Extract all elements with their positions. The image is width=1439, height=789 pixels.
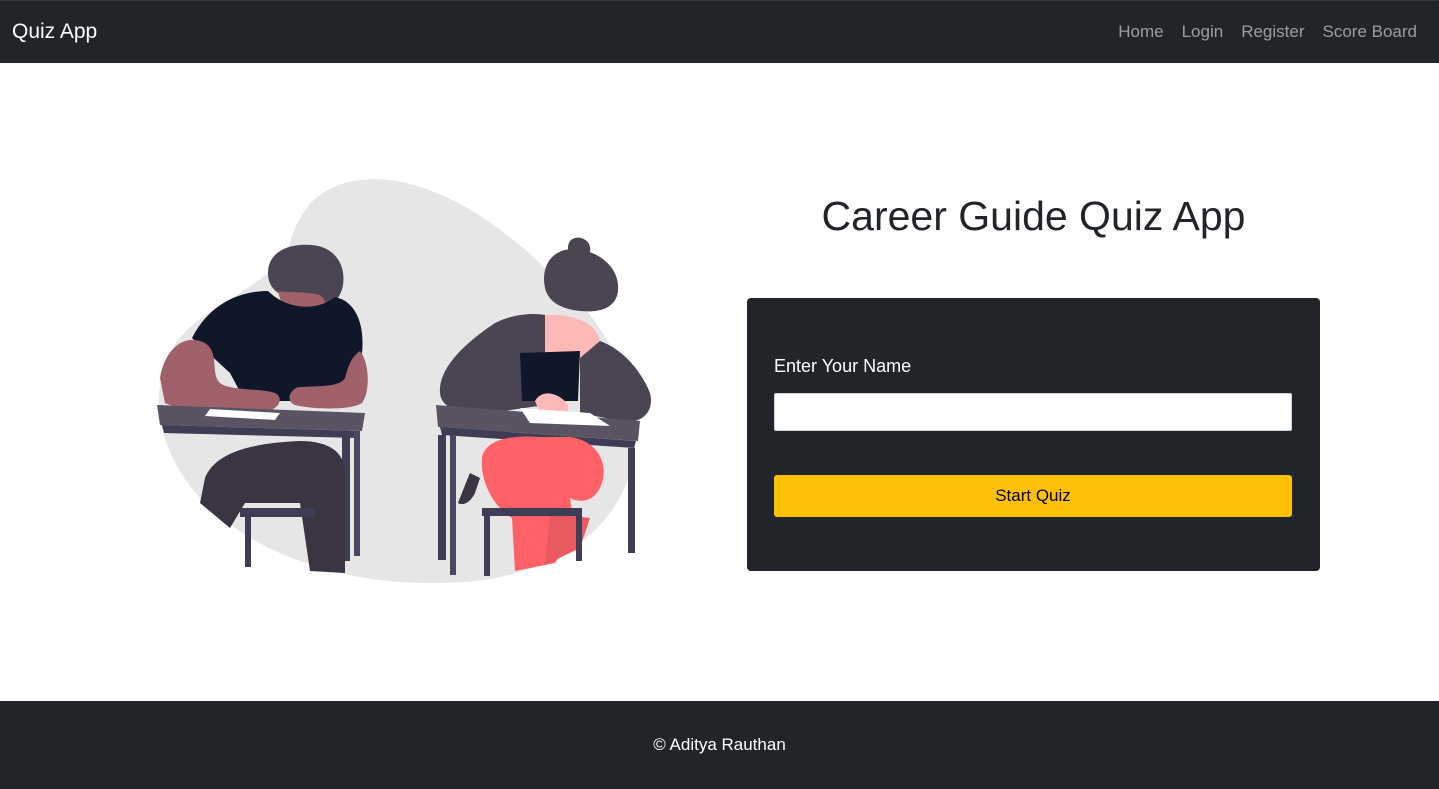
page-title: Career Guide Quiz App xyxy=(821,193,1246,239)
name-input[interactable] xyxy=(774,393,1292,431)
quiz-start-card: Enter Your Name Start Quiz xyxy=(747,298,1320,571)
brand-link[interactable]: Quiz App xyxy=(12,20,97,44)
nav-link-register[interactable]: Register xyxy=(1241,22,1304,42)
footer-copyright: © Aditya Rauthan xyxy=(653,735,786,754)
footer: © Aditya Rauthan xyxy=(0,701,1439,789)
students-taking-exam-illustration xyxy=(157,179,651,584)
name-label: Enter Your Name xyxy=(774,356,912,376)
top-navbar: Quiz App Home Login Register Score Board xyxy=(0,0,1439,63)
nav-link-home[interactable]: Home xyxy=(1118,22,1163,42)
main-content: Career Guide Quiz App Enter Your Name St… xyxy=(0,63,1439,701)
nav-link-score-board[interactable]: Score Board xyxy=(1323,22,1418,42)
start-quiz-button[interactable]: Start Quiz xyxy=(774,475,1292,517)
nav-link-login[interactable]: Login xyxy=(1182,22,1224,42)
nav-links: Home Login Register Score Board xyxy=(1118,22,1427,42)
